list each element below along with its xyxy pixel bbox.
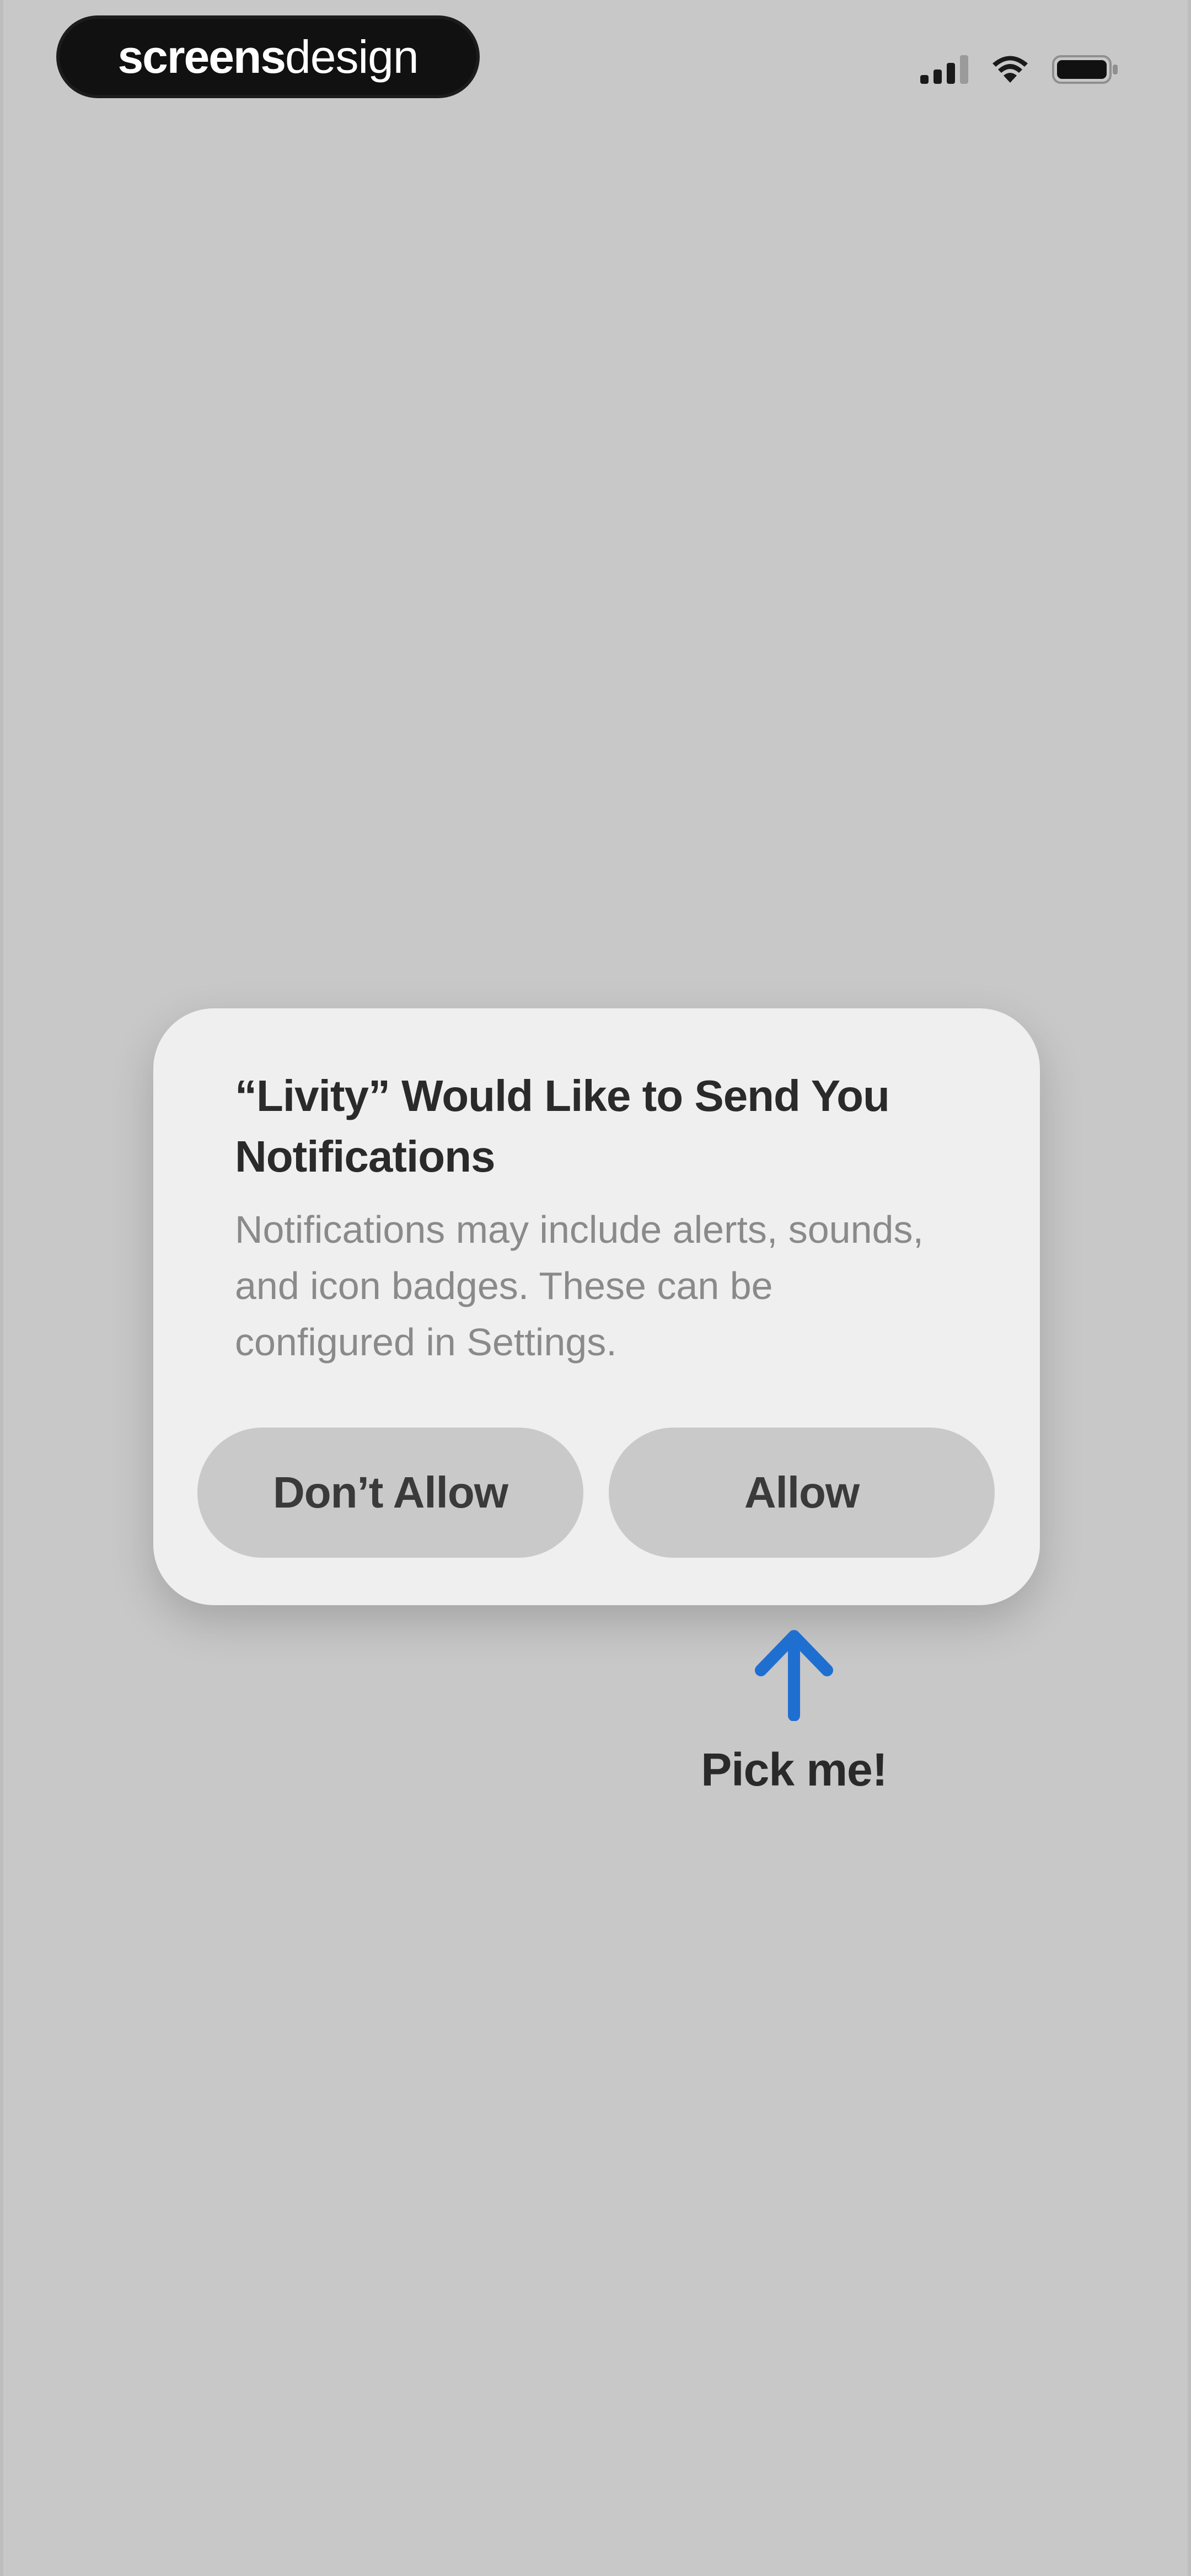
allow-button[interactable]: Allow (609, 1428, 995, 1558)
battery-icon (1052, 54, 1119, 85)
pick-me-label: Pick me! (701, 1744, 888, 1795)
signal-icon (920, 55, 968, 84)
alert-message: Notifications may include alerts, sounds… (235, 1208, 924, 1364)
notification-permission-alert: “Livity” Would Like to Send You Notifica… (153, 1008, 1040, 1605)
arrow-up-icon (753, 1627, 835, 1722)
dont-allow-button[interactable]: Don’t Allow (197, 1428, 583, 1558)
watermark-text-light: design (285, 30, 419, 83)
screensdesign-watermark: screens design (60, 19, 476, 95)
alert-title: “Livity” Would Like to Send You Notifica… (235, 1071, 890, 1181)
watermark-text-bold: screens (117, 30, 286, 83)
wifi-icon (993, 55, 1028, 84)
status-bar-icons (920, 50, 1119, 89)
screen-background: screens design “Livity” Would Like to Sen… (0, 0, 1191, 2576)
